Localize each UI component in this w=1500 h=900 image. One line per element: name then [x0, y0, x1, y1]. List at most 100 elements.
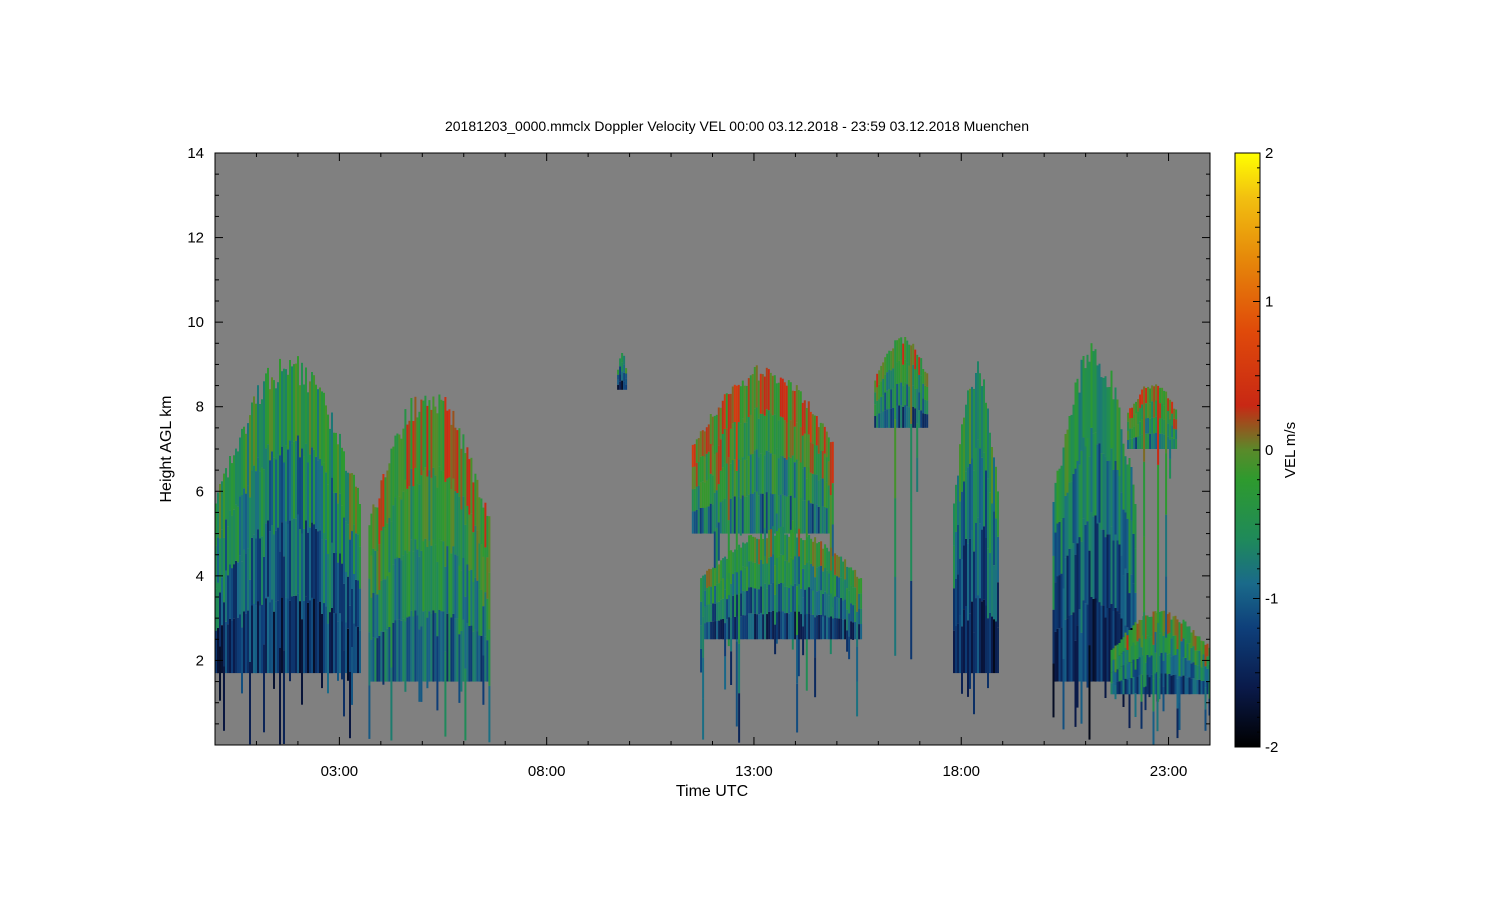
velocity-cell	[912, 406, 915, 428]
velocity-cell	[842, 561, 845, 581]
velocity-cell	[1094, 432, 1097, 516]
velocity-cell	[708, 604, 711, 622]
velocity-cell	[424, 610, 427, 682]
velocity-cell	[341, 621, 343, 680]
velocity-cell	[281, 522, 283, 598]
velocity-cell	[484, 636, 487, 682]
velocity-cell	[741, 495, 744, 534]
velocity-cell	[357, 487, 359, 535]
velocity-cell	[724, 589, 727, 623]
velocity-cell	[1134, 548, 1137, 593]
velocity-cell	[1134, 669, 1137, 694]
velocity-cell	[1056, 470, 1059, 524]
velocity-cell	[816, 567, 819, 592]
velocity-cell	[1176, 708, 1179, 739]
velocity-cell	[372, 637, 375, 682]
velocity-cell	[1070, 414, 1073, 482]
velocity-cell	[753, 450, 756, 492]
velocity-cell	[1143, 386, 1146, 462]
velocity-cell	[1114, 645, 1117, 659]
velocity-cell	[772, 526, 775, 555]
velocity-cell	[957, 475, 959, 525]
velocity-cell	[842, 600, 845, 620]
velocity-cell	[739, 386, 742, 424]
velocity-cell	[918, 374, 921, 393]
velocity-cell	[739, 498, 742, 536]
velocity-cell	[1137, 424, 1140, 437]
velocity-cell	[813, 504, 816, 534]
velocity-cell	[621, 362, 624, 372]
velocity-cell	[1163, 405, 1166, 420]
velocity-cell	[1054, 582, 1057, 632]
velocity-cell	[225, 621, 227, 674]
velocity-cell	[1120, 429, 1123, 493]
velocity-cell	[906, 406, 909, 428]
velocity-cell	[804, 540, 807, 565]
velocity-cell	[777, 458, 780, 496]
velocity-cell	[878, 384, 881, 400]
velocity-cell	[486, 557, 489, 599]
velocity-cell	[758, 564, 761, 590]
velocity-cell	[782, 527, 785, 556]
velocity-cell	[1149, 418, 1152, 434]
velocity-cell	[703, 431, 706, 457]
velocity-cell	[821, 506, 824, 534]
velocity-cell	[359, 588, 361, 631]
velocity-cell	[349, 672, 351, 739]
velocity-cell	[1112, 659, 1115, 672]
velocity-cell	[718, 601, 721, 621]
velocity-cell	[233, 455, 235, 510]
velocity-cell	[1096, 523, 1099, 603]
velocity-cell	[744, 567, 747, 592]
velocity-cell	[1194, 665, 1197, 680]
velocity-cell	[767, 410, 770, 452]
velocity-cell	[388, 463, 391, 518]
velocity-cell	[975, 448, 977, 523]
velocity-cell	[396, 619, 399, 682]
velocity-cell	[1145, 388, 1148, 404]
velocity-cell	[343, 517, 345, 584]
velocity-cell	[333, 492, 335, 553]
velocity-cell	[1127, 439, 1130, 449]
velocity-cell	[741, 457, 744, 496]
velocity-cell	[271, 451, 273, 526]
velocity-cell	[303, 384, 305, 457]
velocity-cell	[918, 357, 921, 375]
velocity-cell	[233, 509, 235, 565]
velocity-cell	[761, 453, 764, 494]
velocity-cell	[329, 428, 331, 490]
velocity-cell	[408, 551, 411, 617]
velocity-cell	[1157, 622, 1160, 702]
velocity-cell	[241, 627, 243, 694]
velocity-cell	[1124, 648, 1127, 664]
velocity-cell	[436, 561, 439, 637]
velocity-cell	[1114, 534, 1117, 608]
velocity-cell	[333, 552, 335, 613]
velocity-cell	[444, 481, 447, 567]
velocity-cell	[811, 414, 814, 444]
velocity-cell	[955, 484, 957, 532]
velocity-cell	[241, 428, 243, 495]
velocity-cell	[793, 391, 796, 427]
velocity-cell	[700, 601, 703, 626]
velocity-cell	[370, 555, 373, 598]
velocity-cell	[858, 578, 861, 594]
velocity-cell	[355, 579, 357, 627]
velocity-cell	[458, 496, 461, 566]
velocity-cell	[762, 589, 765, 615]
velocity-cell	[297, 514, 299, 594]
velocity-cell	[723, 498, 726, 534]
velocity-cell	[229, 564, 231, 619]
velocity-cell	[623, 372, 626, 382]
velocity-cell	[472, 532, 475, 582]
velocity-cell	[798, 584, 801, 612]
velocity-cell	[243, 488, 245, 550]
velocity-cell	[772, 582, 775, 611]
velocity-cell	[370, 597, 373, 640]
velocity-cell	[852, 622, 855, 640]
velocity-cell	[380, 530, 383, 581]
velocity-cell	[386, 470, 389, 524]
velocity-cell	[438, 538, 441, 610]
velocity-cell	[307, 462, 309, 533]
velocity-cell	[1190, 632, 1193, 648]
